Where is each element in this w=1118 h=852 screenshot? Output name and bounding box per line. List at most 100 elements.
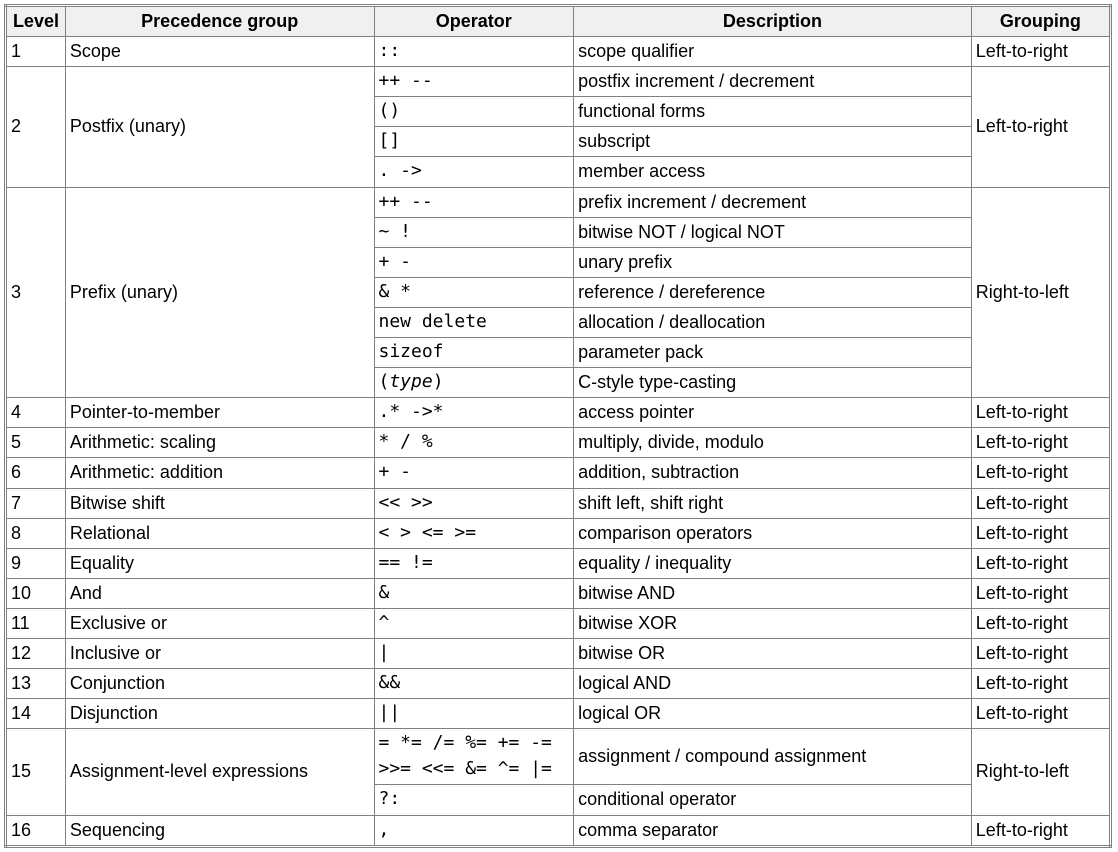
cell-description: parameter pack bbox=[574, 338, 972, 368]
cell-description: access pointer bbox=[574, 398, 972, 428]
cell-grouping: Left-to-right bbox=[971, 638, 1110, 668]
cell-operator: < > <= >= bbox=[374, 518, 574, 548]
table-row: 12Inclusive or|bitwise ORLeft-to-right bbox=[6, 638, 1111, 668]
cell-level: 6 bbox=[6, 458, 66, 488]
cell-operator: . -> bbox=[374, 157, 574, 187]
cell-description: equality / inequality bbox=[574, 548, 972, 578]
cell-level: 11 bbox=[6, 608, 66, 638]
cell-operator: new delete bbox=[374, 307, 574, 337]
cell-grouping: Right-to-left bbox=[971, 187, 1110, 398]
cell-operator: (type) bbox=[374, 368, 574, 398]
table-row: 4Pointer-to-member.* ->*access pointerLe… bbox=[6, 398, 1111, 428]
cell-precedence-group: Sequencing bbox=[65, 815, 374, 846]
table-row: 15Assignment-level expressions= *= /= %=… bbox=[6, 729, 1111, 785]
table-row: 7Bitwise shift<< >>shift left, shift rig… bbox=[6, 488, 1111, 518]
cell-operator: = *= /= %= += -=>>= <<= &= ^= |= bbox=[374, 729, 574, 785]
cell-grouping: Left-to-right bbox=[971, 608, 1110, 638]
cell-description: conditional operator bbox=[574, 785, 972, 815]
cell-precedence-group: Disjunction bbox=[65, 699, 374, 729]
type-keyword: type bbox=[389, 371, 432, 392]
cell-operator: && bbox=[374, 669, 574, 699]
table-row: 16Sequencing,comma separatorLeft-to-righ… bbox=[6, 815, 1111, 846]
header-grouping: Grouping bbox=[971, 6, 1110, 37]
cell-level: 15 bbox=[6, 729, 66, 815]
cell-description: comparison operators bbox=[574, 518, 972, 548]
table-row: 11Exclusive or^bitwise XORLeft-to-right bbox=[6, 608, 1111, 638]
cell-description: allocation / deallocation bbox=[574, 307, 972, 337]
table-row: 9Equality== !=equality / inequalityLeft-… bbox=[6, 548, 1111, 578]
cell-operator: , bbox=[374, 815, 574, 846]
cell-description: prefix increment / decrement bbox=[574, 187, 972, 217]
cell-operator: :: bbox=[374, 37, 574, 67]
cell-operator: * / % bbox=[374, 428, 574, 458]
cell-description: addition, subtraction bbox=[574, 458, 972, 488]
table-row: 5Arithmetic: scaling* / %multiply, divid… bbox=[6, 428, 1111, 458]
cell-operator: & bbox=[374, 578, 574, 608]
cell-description: reference / dereference bbox=[574, 277, 972, 307]
cell-description: logical OR bbox=[574, 699, 972, 729]
cell-grouping: Left-to-right bbox=[971, 488, 1110, 518]
cell-description: bitwise NOT / logical NOT bbox=[574, 217, 972, 247]
cell-operator: & * bbox=[374, 277, 574, 307]
cell-precedence-group: Arithmetic: scaling bbox=[65, 428, 374, 458]
cell-operator: == != bbox=[374, 548, 574, 578]
cell-grouping: Left-to-right bbox=[971, 669, 1110, 699]
table-row: 3Prefix (unary)++ --prefix increment / d… bbox=[6, 187, 1111, 217]
table-row: 6Arithmetic: addition+ -addition, subtra… bbox=[6, 458, 1111, 488]
cell-description: functional forms bbox=[574, 97, 972, 127]
cell-precedence-group: And bbox=[65, 578, 374, 608]
cell-precedence-group: Arithmetic: addition bbox=[65, 458, 374, 488]
cell-precedence-group: Inclusive or bbox=[65, 638, 374, 668]
cell-operator: ^ bbox=[374, 608, 574, 638]
cell-level: 16 bbox=[6, 815, 66, 846]
cell-operator: + - bbox=[374, 247, 574, 277]
cell-description: logical AND bbox=[574, 669, 972, 699]
cell-grouping: Left-to-right bbox=[971, 428, 1110, 458]
cell-level: 9 bbox=[6, 548, 66, 578]
cell-level: 14 bbox=[6, 699, 66, 729]
cell-description: assignment / compound assignment bbox=[574, 729, 972, 785]
cell-operator: || bbox=[374, 699, 574, 729]
cell-description: bitwise XOR bbox=[574, 608, 972, 638]
cell-grouping: Left-to-right bbox=[971, 548, 1110, 578]
cell-precedence-group: Equality bbox=[65, 548, 374, 578]
cell-level: 5 bbox=[6, 428, 66, 458]
cell-grouping: Right-to-left bbox=[971, 729, 1110, 815]
table-row: 8Relational< > <= >=comparison operators… bbox=[6, 518, 1111, 548]
cell-operator: .* ->* bbox=[374, 398, 574, 428]
cell-description: multiply, divide, modulo bbox=[574, 428, 972, 458]
cell-description: unary prefix bbox=[574, 247, 972, 277]
cell-description: C-style type-casting bbox=[574, 368, 972, 398]
cell-operator: [] bbox=[374, 127, 574, 157]
cell-description: bitwise OR bbox=[574, 638, 972, 668]
cell-description: member access bbox=[574, 157, 972, 187]
cell-description: comma separator bbox=[574, 815, 972, 846]
header-level: Level bbox=[6, 6, 66, 37]
cell-description: shift left, shift right bbox=[574, 488, 972, 518]
cell-level: 3 bbox=[6, 187, 66, 398]
cell-grouping: Left-to-right bbox=[971, 37, 1110, 67]
cell-precedence-group: Postfix (unary) bbox=[65, 67, 374, 187]
cell-operator: ?: bbox=[374, 785, 574, 815]
cell-description: scope qualifier bbox=[574, 37, 972, 67]
cell-precedence-group: Scope bbox=[65, 37, 374, 67]
cell-level: 4 bbox=[6, 398, 66, 428]
cell-precedence-group: Assignment-level expressions bbox=[65, 729, 374, 815]
table-row: 1Scope::scope qualifierLeft-to-right bbox=[6, 37, 1111, 67]
cell-level: 1 bbox=[6, 37, 66, 67]
operator-precedence-table: Level Precedence group Operator Descript… bbox=[4, 4, 1112, 848]
cell-description: subscript bbox=[574, 127, 972, 157]
cell-operator: sizeof bbox=[374, 338, 574, 368]
cell-grouping: Left-to-right bbox=[971, 458, 1110, 488]
cell-operator: ~ ! bbox=[374, 217, 574, 247]
header-operator: Operator bbox=[374, 6, 574, 37]
cell-operator: << >> bbox=[374, 488, 574, 518]
cell-description: postfix increment / decrement bbox=[574, 67, 972, 97]
cell-precedence-group: Conjunction bbox=[65, 669, 374, 699]
cell-grouping: Left-to-right bbox=[971, 67, 1110, 187]
cell-level: 10 bbox=[6, 578, 66, 608]
table-row: 14Disjunction||logical ORLeft-to-right bbox=[6, 699, 1111, 729]
table-row: 10And&bitwise ANDLeft-to-right bbox=[6, 578, 1111, 608]
cell-grouping: Left-to-right bbox=[971, 815, 1110, 846]
header-description: Description bbox=[574, 6, 972, 37]
